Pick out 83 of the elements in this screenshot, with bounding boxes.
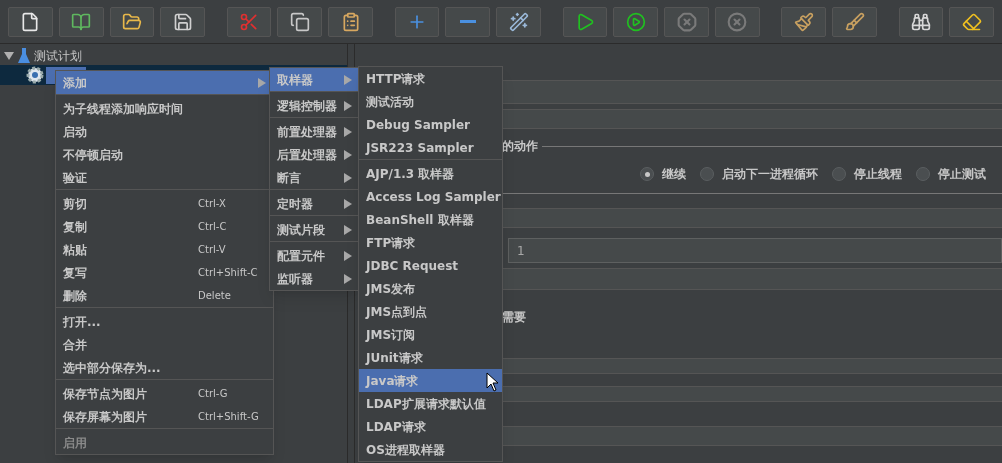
menu-item[interactable]: OS进程取样器 <box>359 438 502 461</box>
checkbox-label: 需要 <box>502 310 526 324</box>
menu-item[interactable]: 打开... <box>56 310 273 333</box>
menu-item[interactable]: 剪切 Ctrl-X <box>56 192 273 215</box>
input-field[interactable]: 1 <box>508 238 1002 263</box>
radio-button[interactable] <box>832 167 846 181</box>
menu-item[interactable]: HTTP请求 <box>359 67 502 90</box>
wand-icon <box>508 11 529 32</box>
brush-icon <box>844 11 865 32</box>
radio-button[interactable] <box>916 167 930 181</box>
menu-item[interactable]: 保存屏幕为图片 Ctrl+Shift-G <box>56 405 273 428</box>
menu-item[interactable]: Access Log Sampler <box>359 185 502 208</box>
toolbar-button[interactable] <box>613 6 659 37</box>
tree-item[interactable]: 测试计划 <box>34 46 82 65</box>
binoculars-icon <box>910 11 931 32</box>
menu-item[interactable]: JDBC Request <box>359 254 502 277</box>
menu-item[interactable]: Debug Sampler <box>359 113 502 136</box>
menu-item[interactable]: 为子线程添加响应时间 <box>56 97 273 120</box>
menu-item[interactable]: 测试片段 <box>270 218 359 241</box>
menu-item[interactable]: LDAP扩展请求默认值 <box>359 392 502 415</box>
toolbar-button[interactable] <box>949 6 995 37</box>
broom-icon <box>961 11 982 32</box>
toolbar-button[interactable] <box>781 6 827 37</box>
flask-icon <box>18 47 30 64</box>
menu-item[interactable]: 选中部分保存为... <box>56 356 273 379</box>
folder-icon <box>121 11 142 32</box>
menu-item[interactable]: 测试活动 <box>359 90 502 113</box>
menu-item[interactable]: 后置处理器 <box>270 143 359 166</box>
menu-item[interactable]: 合并 <box>56 333 273 356</box>
menu-item[interactable]: 删除 Delete <box>56 284 273 307</box>
menu-item[interactable]: 复制 Ctrl-C <box>56 215 273 238</box>
radio-option[interactable]: 继续 <box>640 165 686 183</box>
menu-item[interactable]: 验证 <box>56 166 273 189</box>
menu-item[interactable]: BeanShell 取样器 <box>359 208 502 231</box>
menu-item[interactable]: JSR223 Sampler <box>359 136 502 159</box>
toolbar-button[interactable] <box>898 6 944 37</box>
scissors-icon <box>239 11 260 32</box>
mouse-cursor-icon <box>486 372 500 392</box>
copy-icon <box>289 11 310 32</box>
menu-item[interactable]: 前置处理器 <box>270 120 359 143</box>
menu-item[interactable]: JMS点到点 <box>359 300 502 323</box>
menu-item[interactable]: FTP请求 <box>359 231 502 254</box>
play-icon <box>625 11 646 32</box>
radio-button[interactable] <box>640 167 654 181</box>
expand-triangle-icon[interactable] <box>4 50 14 61</box>
brush-icon <box>793 11 814 32</box>
toolbar-button[interactable] <box>496 6 541 37</box>
gear-icon <box>26 66 44 84</box>
menu-item[interactable]: 配置元件 <box>270 244 359 267</box>
menu-item[interactable]: 保存节点为图片 Ctrl-G <box>56 382 273 405</box>
file-icon <box>20 11 41 32</box>
save-icon <box>172 11 193 32</box>
play-icon <box>575 11 596 32</box>
toolbar-button[interactable] <box>277 6 323 37</box>
toolbar-button[interactable] <box>832 6 877 37</box>
toolbar-button[interactable] <box>8 6 53 37</box>
menu-item[interactable]: 粘贴 Ctrl-V <box>56 238 273 261</box>
menu-item[interactable]: 启动 <box>56 120 273 143</box>
toolbar-button[interactable] <box>58 6 104 37</box>
menu-item[interactable]: 逻辑控制器 <box>270 94 359 117</box>
toolbar-button[interactable] <box>160 6 205 37</box>
menu-item[interactable]: 不停顿启动 <box>56 143 273 166</box>
toolbar-button[interactable] <box>328 6 373 37</box>
menu-item[interactable]: 断言 <box>270 166 359 189</box>
menu-item[interactable]: AJP/1.3 取样器 <box>359 162 502 185</box>
stop-icon <box>676 11 697 32</box>
menu-item[interactable]: JMS订阅 <box>359 323 502 346</box>
menu-item[interactable]: JUnit请求 <box>359 346 502 369</box>
menu-item[interactable]: LDAP请求 <box>359 415 502 438</box>
group-label: 的动作 <box>502 138 538 155</box>
menu-item[interactable]: 定时器 <box>270 192 359 215</box>
minus-icon <box>459 20 476 23</box>
radio-option[interactable]: 停止线程 <box>832 165 902 183</box>
toolbar-button[interactable] <box>562 6 608 37</box>
radio-button[interactable] <box>700 167 714 181</box>
radio-option[interactable]: 启动下一进程循环 <box>700 165 818 183</box>
radio-option[interactable]: 停止测试 <box>916 165 986 183</box>
menu-item[interactable]: 复写 Ctrl+Shift-C <box>56 261 273 284</box>
close-icon <box>727 11 748 32</box>
book-icon <box>71 11 92 32</box>
toolbar-button[interactable] <box>109 6 155 37</box>
menu-item[interactable]: JMS发布 <box>359 277 502 300</box>
menu-item[interactable]: 监听器 <box>270 267 359 290</box>
